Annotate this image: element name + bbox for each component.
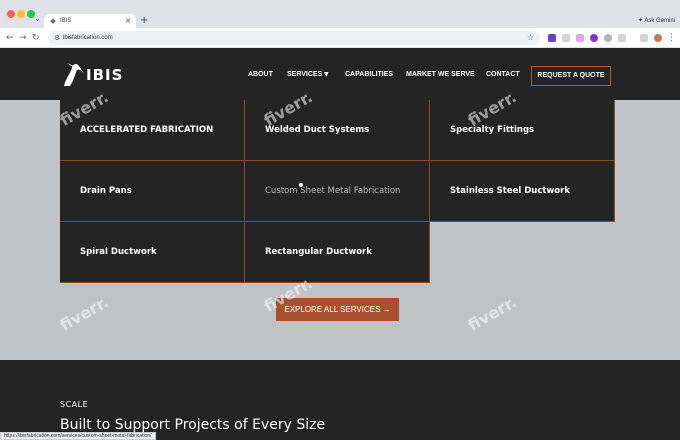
site-header: IBIS ABOUT SERVICES ▼ CAPABILITIES MARKE…	[0, 48, 680, 100]
reload-icon[interactable]: ↻	[32, 32, 40, 44]
extension-icon[interactable]	[562, 34, 570, 42]
address-bar[interactable]: ⚙ ibisfabrication.com ☆	[48, 31, 540, 45]
nav-market-we-serve[interactable]: MARKET WE SERVE	[406, 70, 475, 80]
new-tab-icon[interactable]: +	[140, 14, 148, 28]
service-custom-sheet-metal-fabrication[interactable]: Custom Sheet Metal Fabrication	[245, 161, 430, 222]
nav-about[interactable]: ABOUT	[248, 70, 273, 80]
back-icon[interactable]: ←	[6, 32, 14, 44]
menu-icon[interactable]: ⋮	[667, 32, 676, 44]
request-quote-button[interactable]: REQUEST A QUOTE	[531, 66, 611, 86]
profile-avatar[interactable]	[654, 34, 662, 42]
service-spiral-ductwork[interactable]: Spiral Ductwork	[60, 222, 245, 283]
chevron-down-icon: ▼	[324, 71, 329, 78]
sidebar-icon[interactable]	[640, 34, 648, 42]
nav-contact[interactable]: CONTACT	[486, 70, 520, 80]
tab-search-icon[interactable]: ⌄	[33, 14, 42, 24]
scale-section: SCALE Built to Support Projects of Every…	[0, 360, 680, 440]
forward-icon[interactable]: →	[19, 32, 27, 44]
explore-all-services-button[interactable]: EXPLORE ALL SERVICES →	[276, 298, 399, 321]
window-minimize-button[interactable]	[17, 10, 25, 18]
browser-tab-bar: ⌄ ◆ IBIS ✕ + ✦ Ask Gemini	[0, 0, 680, 28]
nav-capabilities[interactable]: CAPABILITIES	[345, 70, 393, 80]
browser-tab[interactable]: ◆ IBIS ✕	[44, 14, 136, 28]
favicon-icon: ◆	[50, 17, 56, 25]
service-stainless-steel-ductwork[interactable]: Stainless Steel Ductwork	[430, 161, 615, 222]
bookmark-star-icon[interactable]: ☆	[527, 32, 534, 44]
extension-icon[interactable]	[590, 34, 598, 42]
extensions-puzzle-icon[interactable]	[618, 34, 626, 42]
tab-title: IBIS	[60, 18, 72, 24]
service-label: Welded Duct Systems	[265, 125, 370, 135]
window-close-button[interactable]	[7, 10, 15, 18]
service-rectangular-ductwork[interactable]: Rectangular Ductwork	[245, 222, 430, 283]
ask-gemini-label: Ask Gemini	[644, 18, 676, 24]
service-label: Custom Sheet Metal Fabrication	[265, 186, 401, 196]
service-accelerated-fabrication[interactable]: ACCELERATED FABRICATION	[60, 100, 245, 161]
site-info-icon[interactable]: ⚙	[54, 32, 60, 44]
mouse-cursor-icon	[298, 182, 304, 188]
service-welded-duct-systems[interactable]: Welded Duct Systems	[245, 100, 430, 161]
extension-icon[interactable]	[548, 34, 556, 42]
service-drain-pans[interactable]: Drain Pans	[60, 161, 245, 222]
service-label: Spiral Ductwork	[80, 247, 157, 257]
extension-icon[interactable]	[604, 34, 612, 42]
service-label: Stainless Steel Ductwork	[450, 186, 570, 196]
service-specialty-fittings[interactable]: Specialty Fittings	[430, 100, 615, 161]
section-eyebrow: SCALE	[60, 400, 89, 409]
ibis-bird-icon[interactable]	[60, 60, 86, 88]
service-label: ACCELERATED FABRICATION	[80, 125, 214, 135]
link-status-bar: https://ibisfabrication.com/services/cus…	[0, 432, 156, 440]
services-dropdown: ACCELERATED FABRICATION Welded Duct Syst…	[60, 100, 615, 283]
service-label: Specialty Fittings	[450, 125, 535, 135]
tab-close-icon[interactable]: ✕	[125, 16, 131, 26]
page-content: IBIS ABOUT SERVICES ▼ CAPABILITIES MARKE…	[0, 48, 680, 440]
ask-gemini-button[interactable]: ✦ Ask Gemini	[634, 15, 679, 27]
browser-toolbar: ← → ↻ ⚙ ibisfabrication.com ☆ ⋮	[0, 28, 680, 48]
service-label: Drain Pans	[80, 186, 132, 196]
nav-services[interactable]: SERVICES	[287, 70, 322, 80]
service-label: Rectangular Ductwork	[265, 247, 372, 257]
address-url: ibisfabrication.com	[63, 35, 113, 41]
logo-text[interactable]: IBIS	[86, 66, 123, 84]
extension-icon[interactable]	[576, 34, 584, 42]
